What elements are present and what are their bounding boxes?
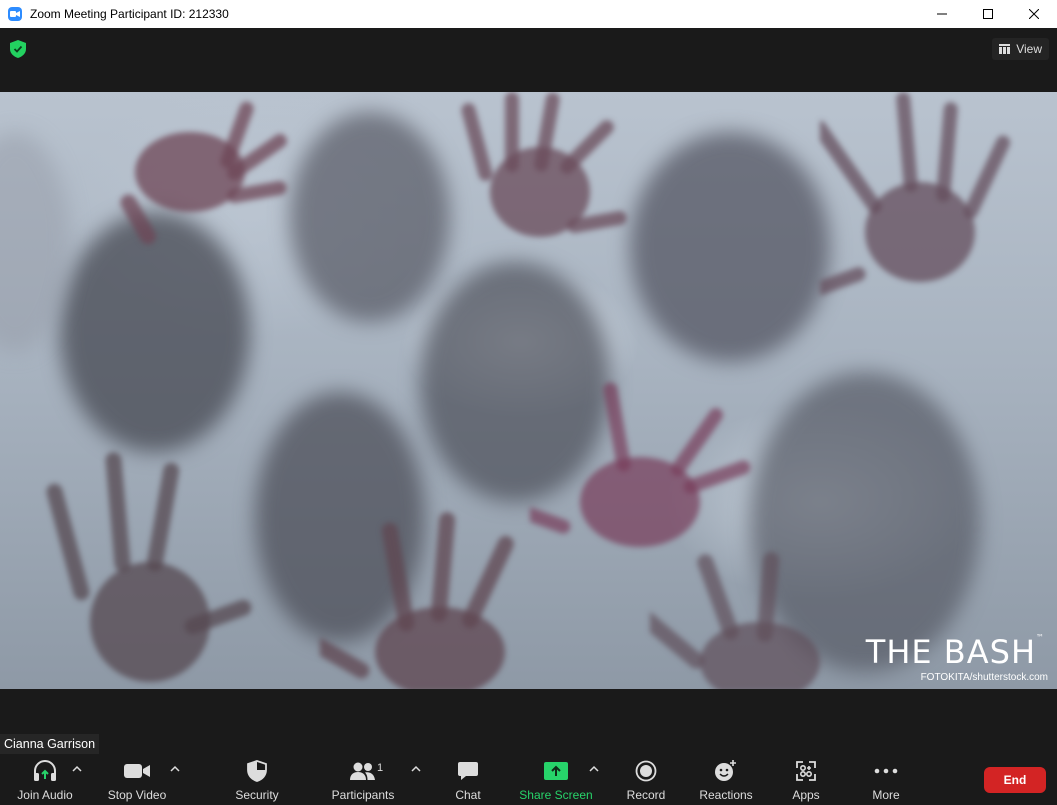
end-meeting-button[interactable]: End — [984, 767, 1046, 793]
maximize-icon — [983, 9, 993, 19]
silhouette-hand — [530, 382, 751, 547]
video-camera-icon — [124, 764, 150, 778]
security-shield-icon — [247, 760, 267, 782]
join-audio-button[interactable]: Join Audio — [14, 755, 76, 805]
participants-button[interactable]: 1 Participants — [330, 755, 396, 805]
share-options-caret-icon[interactable] — [589, 765, 599, 773]
minimize-icon — [937, 13, 947, 15]
chat-button[interactable]: Chat — [448, 755, 488, 805]
audio-options-caret-icon[interactable] — [72, 765, 82, 773]
silhouette-hand — [650, 552, 820, 689]
share-screen-icon — [544, 762, 568, 780]
zoom-app-icon — [8, 7, 22, 21]
apps-icon — [796, 761, 816, 781]
meeting-top-strip: View — [0, 28, 1057, 92]
minimize-button[interactable] — [919, 0, 965, 28]
participant-video[interactable]: THE BASH™ FOTOKITA/shutterstock.com — [0, 92, 1057, 689]
chat-bubble-icon — [458, 762, 478, 780]
more-dots-icon — [874, 768, 898, 774]
participants-icon — [350, 762, 375, 780]
security-button[interactable]: Security — [230, 755, 284, 805]
more-button[interactable]: More — [866, 755, 906, 805]
meeting-toolbar: Join Audio Stop Video Security 1 Partici… — [0, 755, 1057, 805]
brand-watermark: THE BASH™ — [865, 633, 1045, 671]
headphones-icon — [34, 760, 56, 781]
reactions-button[interactable]: Reactions — [696, 755, 756, 805]
window-title: Zoom Meeting Participant ID: 212330 — [30, 7, 229, 21]
participants-count: 1 — [377, 762, 384, 774]
close-window-button[interactable] — [1011, 0, 1057, 28]
silhouette-face — [630, 132, 830, 362]
view-button[interactable]: View — [992, 38, 1049, 60]
silhouette-hand — [820, 92, 1011, 297]
video-options-caret-icon[interactable] — [170, 765, 180, 773]
silhouette-face — [290, 112, 450, 322]
silhouette-hand — [461, 92, 627, 237]
close-icon — [1029, 9, 1039, 19]
encryption-shield-icon[interactable] — [10, 40, 26, 58]
view-label: View — [1016, 42, 1042, 56]
reactions-smiley-icon — [715, 760, 736, 781]
grid-view-icon — [999, 44, 1011, 54]
silhouette-hand — [320, 512, 514, 689]
stop-video-button[interactable]: Stop Video — [104, 755, 170, 805]
silhouette-hand — [120, 101, 287, 245]
title-bar: Zoom Meeting Participant ID: 212330 — [0, 0, 1057, 28]
apps-button[interactable]: Apps — [786, 755, 826, 805]
record-button[interactable]: Record — [624, 755, 668, 805]
maximize-button[interactable] — [965, 0, 1011, 28]
participants-options-caret-icon[interactable] — [411, 765, 421, 773]
silhouette-hand — [46, 452, 252, 682]
share-screen-button[interactable]: Share Screen — [518, 755, 594, 805]
photo-credit: FOTOKITA/shutterstock.com — [920, 672, 1048, 683]
record-icon — [635, 760, 657, 782]
participant-name-tag: Cianna Garrison — [0, 734, 100, 754]
